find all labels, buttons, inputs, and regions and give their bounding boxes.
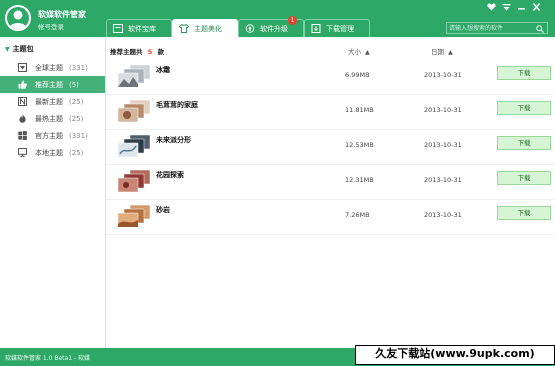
tab-label: 软件升级 (260, 24, 288, 33)
tab-theme[interactable]: 主题美化 (172, 19, 238, 37)
download-button[interactable]: 下载 (497, 206, 551, 220)
sidebar-item-local[interactable]: 本地主题 (25) (0, 144, 105, 161)
download-button[interactable]: 下载 (497, 101, 551, 115)
sidebar-item-label: 官方主题 (35, 131, 63, 140)
theme-thumbnail-futuristic-fractal (117, 134, 151, 158)
sidebar-item-count: (25) (69, 148, 84, 157)
windows-logo-icon (18, 131, 27, 140)
theme-name: 花园探索 (156, 171, 184, 179)
list-count: 5 (147, 48, 153, 56)
sidebar-item-count: (331) (69, 131, 88, 140)
tab-label: 下载管理 (326, 24, 354, 33)
theme-thumbnail-fluffy-family (117, 99, 151, 123)
theme-size: 6.99MB (345, 71, 370, 79)
new-icon (18, 97, 27, 106)
download-button[interactable]: 下载 (497, 136, 551, 150)
sidebar-item-count: (5) (69, 80, 79, 89)
theme-thumbnail-sandstone (117, 204, 151, 228)
theme-size: 11.81MB (345, 106, 374, 114)
monitor-icon (18, 148, 27, 157)
theme-thumbnail-frost (117, 64, 151, 88)
list-title-prefix: 推荐主题共 (110, 48, 143, 56)
upgrade-icon (245, 24, 255, 33)
list-title-suffix: 款 (157, 48, 165, 56)
sidebar-item-label: 推荐主题 (35, 80, 63, 89)
download-manage-icon (311, 24, 321, 33)
user-icon (9, 10, 27, 29)
sidebar-item-recommended[interactable]: 推荐主题 (5) (0, 76, 105, 93)
theme-row: 花园探索 12.31MB 2013-10-31 下载 (106, 164, 555, 200)
sidebar-item-global[interactable]: 全球主题 (331) (0, 59, 105, 76)
theme-row: 冰霜 6.99MB 2013-10-31 下载 (106, 59, 555, 95)
globe-theme-icon (18, 63, 27, 72)
sidebar-item-count: (331) (69, 63, 88, 72)
theme-name: 毛茸茸的家庭 (156, 101, 198, 109)
theme-date: 2013-10-31 (424, 71, 462, 79)
sidebar-header-label: 主题包 (12, 45, 34, 53)
theme-date: 2013-10-31 (424, 106, 462, 114)
column-size-label: 大小 (348, 48, 361, 56)
sort-up-icon: ▲ (448, 49, 453, 56)
theme-date: 2013-10-31 (424, 141, 462, 149)
theme-size: 7.26MB (345, 211, 370, 219)
theme-thumbnail-garden-explore (117, 169, 151, 193)
sidebar-item-count: (25) (69, 97, 84, 106)
sidebar-item-label: 本地主题 (35, 148, 63, 157)
theme-name: 未来派分形 (156, 136, 191, 144)
theme-size: 12.53MB (345, 141, 374, 149)
download-button[interactable]: 下载 (497, 66, 551, 80)
theme-date: 2013-10-31 (424, 176, 462, 184)
sort-by-size[interactable]: 大小 ▲ (348, 46, 370, 56)
heart-icon[interactable] (486, 3, 497, 12)
title-bar: 软媒软件管家 帐号登录 软件宝库 主题美化 软件升级 1 下载管理 (0, 0, 555, 37)
list-header: 推荐主题共 5 款 大小 ▲ 日期 ▲ (106, 43, 555, 57)
sidebar-item-label: 全球主题 (35, 63, 63, 72)
theme-name: 砂岩 (156, 206, 170, 214)
minimize-icon[interactable] (516, 3, 527, 12)
tab-label: 主题美化 (194, 24, 222, 33)
status-text: 软媒软件管家 1.0 Beta1 - 软媒 (5, 355, 90, 362)
theme-row: 未来派分形 12.53MB 2013-10-31 下载 (106, 129, 555, 165)
fire-icon (19, 114, 26, 123)
sidebar-header[interactable]: ▼ 主题包 (5, 44, 34, 54)
theme-date: 2013-10-31 (424, 211, 462, 219)
download-button[interactable]: 下载 (497, 171, 551, 185)
sidebar: ▼ 主题包 全球主题 (331) 推荐主题 (5) 最新主题 (25) 最热主题 … (0, 37, 106, 348)
theme-shirt-icon (179, 24, 189, 33)
column-date-label: 日期 (431, 48, 444, 56)
search-box (446, 22, 548, 34)
thumbs-up-icon (18, 80, 27, 89)
watermark: 久友下载站(www.9upk.com) (355, 345, 555, 365)
search-input[interactable] (449, 23, 535, 33)
theme-row: 毛茸茸的家庭 11.81MB 2013-10-31 下载 (106, 94, 555, 130)
list-title: 推荐主题共 5 款 (110, 46, 164, 56)
app-name: 软媒软件管家 (38, 10, 86, 19)
collapse-arrow-icon: ▼ (5, 46, 10, 53)
login-link[interactable]: 帐号登录 (38, 21, 64, 31)
tab-software-library[interactable]: 软件宝库 (106, 19, 172, 37)
search-icon[interactable] (536, 25, 544, 33)
theme-name: 冰霜 (156, 66, 170, 74)
theme-size: 12.31MB (345, 176, 374, 184)
update-count-badge: 1 (288, 16, 297, 25)
sidebar-item-count: (25) (69, 114, 84, 123)
close-icon[interactable] (531, 3, 542, 12)
sidebar-item-official[interactable]: 官方主题 (331) (0, 127, 105, 144)
theme-row: 砂岩 7.26MB 2013-10-31 下载 (106, 199, 555, 235)
menu-icon[interactable] (501, 3, 512, 12)
software-library-icon (113, 24, 123, 33)
tab-software-upgrade[interactable]: 软件升级 1 (238, 16, 304, 37)
sidebar-item-label: 最热主题 (35, 114, 63, 123)
user-avatar[interactable] (5, 5, 31, 31)
sort-up-icon: ▲ (365, 49, 370, 56)
sort-by-date[interactable]: 日期 ▲ (431, 46, 453, 56)
sidebar-item-hottest[interactable]: 最热主题 (25) (0, 110, 105, 127)
tab-label: 软件宝库 (128, 24, 156, 33)
sidebar-item-label: 最新主题 (35, 97, 63, 106)
tab-download-manage[interactable]: 下载管理 (304, 19, 370, 37)
sidebar-item-newest[interactable]: 最新主题 (25) (0, 93, 105, 110)
